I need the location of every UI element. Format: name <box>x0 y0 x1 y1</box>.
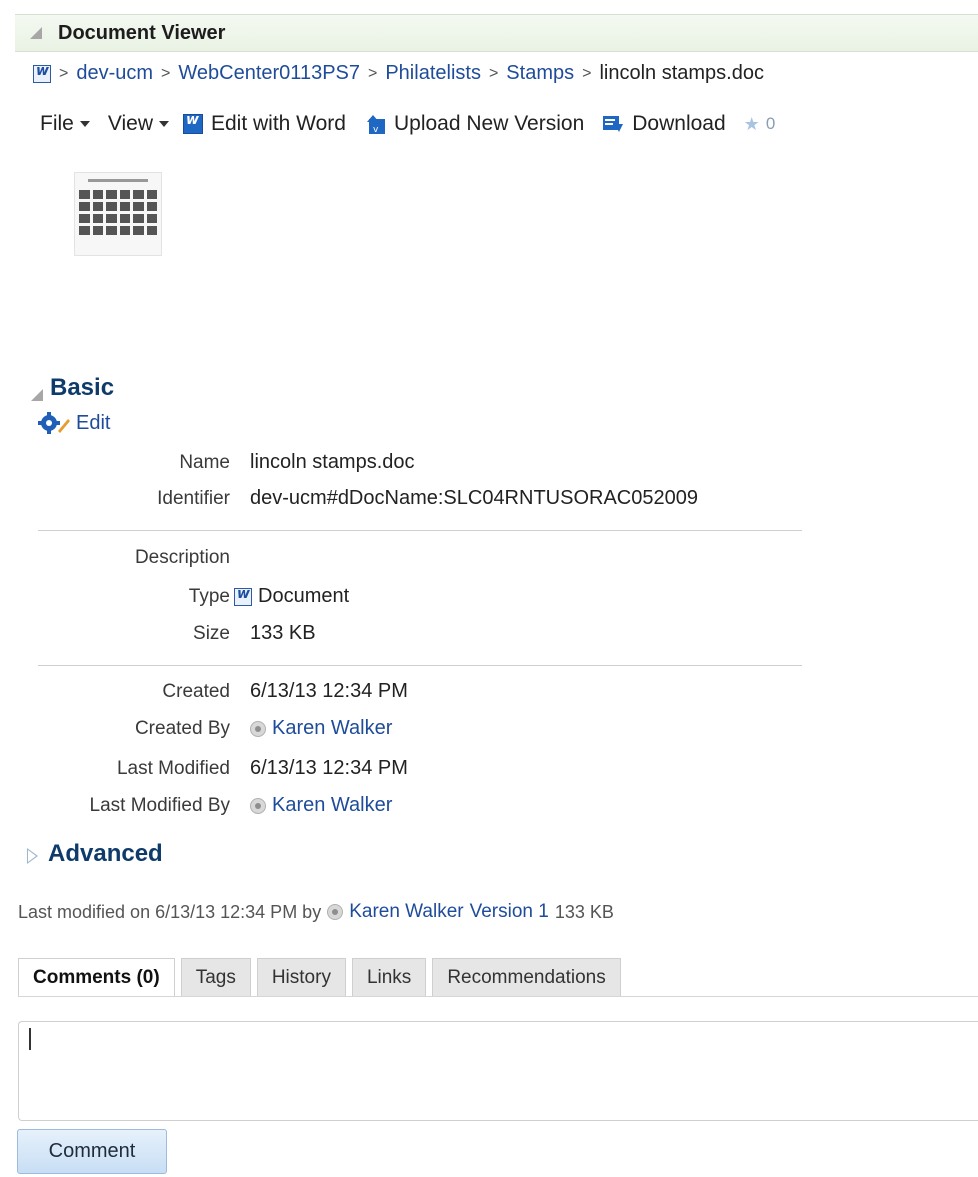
breadcrumb-current-document: lincoln stamps.doc <box>599 62 764 84</box>
comment-input[interactable] <box>18 1021 978 1121</box>
basic-section-title[interactable]: Basic <box>50 374 114 402</box>
last-modified-size: 133 KB <box>554 901 614 922</box>
panel-title: Document Viewer <box>58 22 226 44</box>
created-value: 6/13/13 12:34 PM <box>250 680 408 702</box>
divider <box>38 665 802 666</box>
tab-bar: Comments (0) Tags History Links Recommen… <box>18 958 621 996</box>
created-by-value: Karen Walker <box>250 717 392 740</box>
identifier-value: dev-ucm#dDocName:SLC04RNTUSORAC052009 <box>250 487 698 509</box>
rating[interactable]: ★ 0 <box>744 114 776 135</box>
breadcrumb-philatelists[interactable]: Philatelists <box>385 62 481 85</box>
edit-link-label: Edit <box>76 411 111 434</box>
download-button[interactable]: Download <box>602 112 726 136</box>
thumbnail-stamp-grid <box>79 190 157 235</box>
breadcrumb-stamps[interactable]: Stamps <box>506 62 574 85</box>
upload-icon: v <box>366 115 385 135</box>
breadcrumb-dev-ucm[interactable]: dev-ucm <box>76 62 153 85</box>
rating-count: 0 <box>765 114 776 133</box>
file-menu-label: File <box>40 112 74 135</box>
user-presence-icon <box>250 797 266 814</box>
created-label: Created <box>162 681 230 702</box>
chevron-down-icon <box>79 121 90 127</box>
last-modified-by-user-link[interactable]: Karen Walker <box>272 794 392 817</box>
collapse-triangle-icon[interactable] <box>30 27 42 39</box>
edit-properties-link[interactable]: Edit <box>38 411 110 435</box>
name-label: Name <box>179 452 230 473</box>
tab-links[interactable]: Links <box>351 958 427 996</box>
last-modified-value: 6/13/13 12:34 PM <box>250 757 408 779</box>
svg-text:v: v <box>373 125 379 135</box>
edit-with-word-label: Edit with Word <box>210 112 346 135</box>
download-label: Download <box>632 112 726 135</box>
breadcrumb-separator: > <box>161 64 171 82</box>
upload-new-version-label: Upload New Version <box>393 112 585 135</box>
last-modified-user-link[interactable]: Karen Walker <box>349 901 463 923</box>
upload-new-version-button[interactable]: v Upload New Version <box>364 112 584 136</box>
thumbnail-heading <box>88 179 148 182</box>
expand-triangle-icon[interactable] <box>27 848 38 864</box>
size-label: Size <box>193 623 230 644</box>
version-link[interactable]: Version 1 <box>470 901 549 923</box>
user-presence-icon <box>250 720 266 737</box>
breadcrumb-webcenter[interactable]: WebCenter0113PS7 <box>178 62 360 85</box>
tab-tags[interactable]: Tags <box>180 958 251 996</box>
basic-collapse-icon[interactable] <box>31 389 43 401</box>
breadcrumb: > dev-ucm > WebCenter0113PS7 > Philateli… <box>33 62 764 85</box>
breadcrumb-separator: > <box>582 64 592 82</box>
word-edit-icon <box>182 112 203 134</box>
type-label: Type <box>188 586 230 607</box>
file-menu[interactable]: File <box>40 112 90 136</box>
name-value: lincoln stamps.doc <box>250 451 415 473</box>
star-icon: ★ <box>743 113 760 134</box>
advanced-section-title[interactable]: Advanced <box>48 840 163 868</box>
edit-with-word-button[interactable]: Edit with Word <box>182 112 346 136</box>
word-document-icon <box>33 63 51 83</box>
gear-edit-icon <box>38 412 70 434</box>
breadcrumb-separator: > <box>59 64 69 82</box>
comment-button[interactable]: Comment <box>17 1129 167 1174</box>
last-modified-by-label: Last Modified By <box>89 795 230 816</box>
chevron-down-icon <box>158 121 169 127</box>
created-by-label: Created By <box>134 718 230 739</box>
download-icon <box>603 116 624 132</box>
word-document-icon <box>234 586 252 606</box>
breadcrumb-separator: > <box>488 64 499 82</box>
breadcrumb-separator: > <box>368 64 378 82</box>
last-modified-by-value: Karen Walker <box>250 794 392 817</box>
last-modified-label: Last Modified <box>116 758 230 779</box>
last-modified-summary-text: Last modified on 6/13/13 12:34 PM by <box>18 901 322 922</box>
divider <box>38 530 802 531</box>
tab-recommendations[interactable]: Recommendations <box>432 958 621 996</box>
view-menu-label: View <box>107 112 153 135</box>
user-presence-icon <box>327 904 344 920</box>
tab-comments[interactable]: Comments (0) <box>18 958 175 996</box>
document-toolbar: File View Edit with Word v Upload New Ve… <box>40 112 775 136</box>
last-modified-summary: Last modified on 6/13/13 12:34 PM by Kar… <box>18 901 614 923</box>
view-menu[interactable]: View <box>108 112 169 136</box>
identifier-label: Identifier <box>157 488 230 509</box>
text-cursor <box>29 1028 31 1050</box>
size-value: 133 KB <box>250 622 316 644</box>
tab-underline <box>18 996 978 997</box>
document-thumbnail[interactable] <box>74 172 162 256</box>
tab-history[interactable]: History <box>256 958 346 996</box>
type-value: Document <box>234 585 349 608</box>
created-by-user-link[interactable]: Karen Walker <box>272 717 392 740</box>
description-label: Description <box>134 547 230 568</box>
